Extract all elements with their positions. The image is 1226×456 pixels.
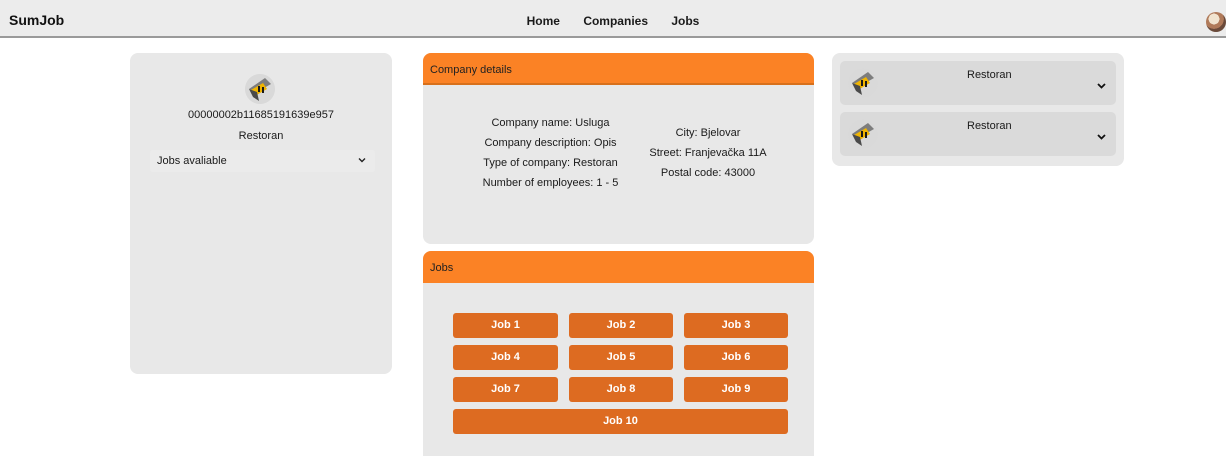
company-name: Company name: Usluga: [491, 117, 610, 129]
job-button[interactable]: Job 2: [569, 313, 673, 338]
company-details-right: City: Bjelovar Street: Franjevačka 11A P…: [638, 123, 778, 183]
job-button[interactable]: Job 10: [453, 409, 788, 434]
company-list-card: Restoran Restoran: [832, 53, 1124, 166]
jobs-available-label: Jobs avaliable: [157, 155, 227, 167]
company-description: Company description: Opis: [484, 137, 617, 149]
company-id: 00000002b11685191639e957: [187, 109, 334, 121]
company-logo-icon: [245, 74, 275, 104]
company-type-detail: Type of company: Restoran: [483, 157, 618, 169]
employee-count: Number of employees: 1 - 5: [482, 177, 619, 189]
job-button[interactable]: Job 9: [684, 377, 788, 402]
jobs-header: Jobs: [423, 251, 814, 283]
company-postal-code: Postal code: 43000: [660, 167, 756, 179]
job-button[interactable]: Job 8: [569, 377, 673, 402]
company-list-item-label: Restoran: [967, 120, 1012, 132]
company-logo-icon: [848, 119, 878, 149]
chevron-down-icon[interactable]: [1096, 131, 1107, 142]
company-profile-card: 00000002b11685191639e957 Restoran Jobs a…: [130, 53, 392, 374]
company-city: City: Bjelovar: [675, 127, 741, 139]
company-type: Restoran: [238, 130, 284, 142]
job-button[interactable]: Job 5: [569, 345, 673, 370]
nav-jobs[interactable]: Jobs: [671, 14, 699, 28]
main-nav: Home Companies Jobs: [0, 14, 1226, 28]
jobs-available-dropdown[interactable]: Jobs avaliable: [150, 150, 375, 172]
user-avatar[interactable]: [1206, 12, 1226, 32]
company-details-left: Company name: Usluga Company description…: [463, 113, 638, 193]
top-navbar: SumJob Home Companies Jobs: [0, 0, 1226, 38]
company-details-header: Company details: [423, 53, 814, 85]
company-list-item[interactable]: Restoran: [840, 61, 1116, 105]
job-button[interactable]: Job 6: [684, 345, 788, 370]
job-button[interactable]: Job 7: [453, 377, 558, 402]
job-button[interactable]: Job 3: [684, 313, 788, 338]
job-button[interactable]: Job 1: [453, 313, 558, 338]
company-street: Street: Franjevačka 11A: [649, 147, 767, 159]
company-logo-icon: [848, 68, 878, 98]
company-list-item[interactable]: Restoran: [840, 112, 1116, 156]
company-list-item-label: Restoran: [967, 69, 1012, 81]
company-details-card: Company details Company name: Usluga Com…: [423, 53, 814, 244]
nav-home[interactable]: Home: [527, 14, 560, 28]
job-button[interactable]: Job 4: [453, 345, 558, 370]
jobs-card: Jobs Job 1 Job 2 Job 3 Job 4 Job 5 Job 6…: [423, 251, 814, 456]
chevron-down-icon[interactable]: [1096, 80, 1107, 91]
nav-companies[interactable]: Companies: [583, 14, 648, 28]
chevron-down-icon: [358, 158, 366, 163]
